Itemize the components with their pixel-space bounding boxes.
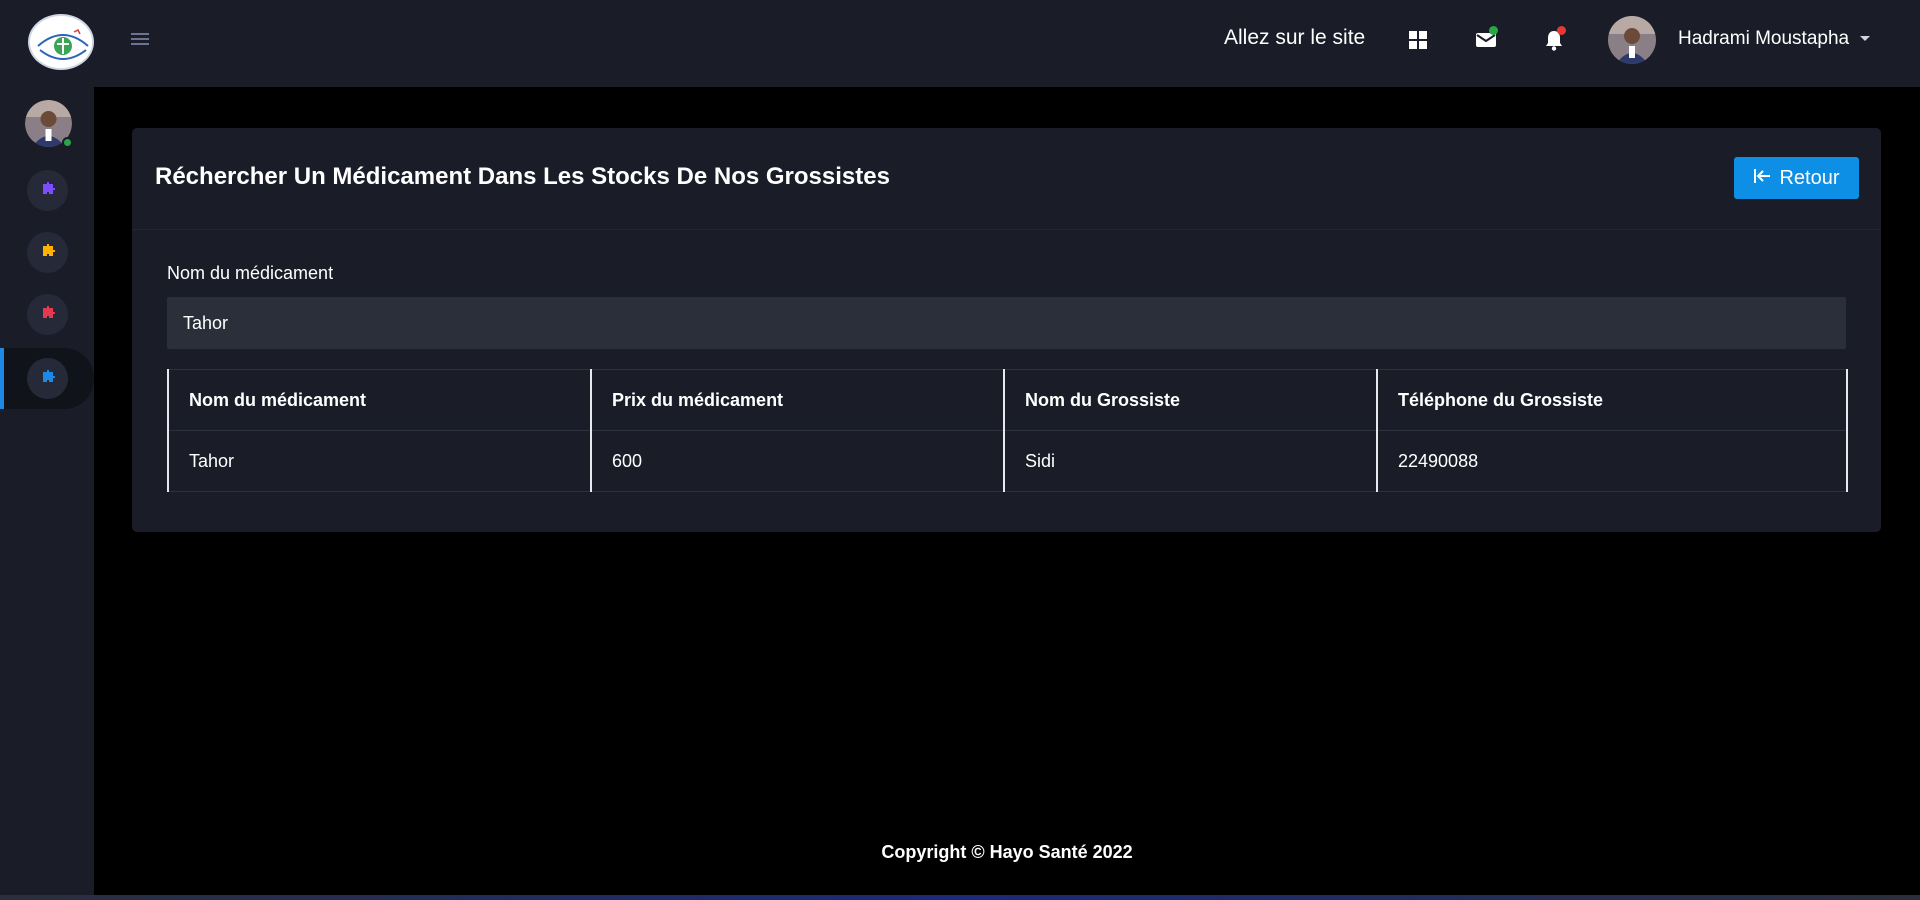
user-name[interactable]: Hadrami Moustapha (1678, 28, 1849, 50)
sidebar-item-1[interactable] (27, 170, 68, 211)
bell-icon[interactable] (1538, 24, 1570, 56)
card-header: Réchercher Un Médicament Dans Les Stocks… (132, 128, 1881, 230)
mail-notification-dot (1489, 26, 1498, 35)
back-button-label: Retour (1779, 166, 1840, 189)
search-card: Réchercher Un Médicament Dans Les Stocks… (132, 128, 1881, 532)
go-to-site-link[interactable]: Allez sur le site (1224, 26, 1365, 50)
top-navbar: Allez sur le site Hadrami Moustapha (0, 0, 1920, 87)
bell-notification-dot (1557, 26, 1566, 35)
sidebar-item-2[interactable] (27, 232, 68, 273)
page-title: Réchercher Un Médicament Dans Les Stocks… (155, 163, 890, 190)
search-label: Nom du médicament (167, 263, 334, 283)
chevron-down-icon[interactable] (1860, 36, 1870, 41)
sidebar-item-3[interactable] (27, 294, 68, 335)
column-header: Téléphone du Grossiste (1376, 369, 1848, 431)
sidebar-item-4[interactable] (27, 358, 68, 399)
puzzle-icon (40, 242, 56, 263)
column-header: Nom du médicament (167, 369, 592, 431)
table-row: Tahor 600 Sidi 22490088 (167, 430, 1848, 492)
table-header-row: Nom du médicament Prix du médicament Nom… (167, 369, 1848, 431)
puzzle-icon (40, 180, 56, 201)
sidebar-active-indicator (0, 348, 4, 409)
medication-search-input[interactable] (167, 297, 1846, 349)
sidebar (0, 87, 94, 895)
online-status-dot (62, 137, 73, 148)
back-button[interactable]: Retour (1734, 157, 1859, 199)
column-header: Nom du Grossiste (1003, 369, 1378, 431)
sidebar-user-avatar[interactable] (25, 100, 73, 148)
table-cell: Tahor (167, 430, 592, 492)
mail-icon[interactable] (1470, 24, 1502, 56)
menu-toggle-icon[interactable] (131, 30, 149, 46)
puzzle-icon (40, 368, 56, 389)
bottom-edge-line (0, 895, 1920, 900)
arrow-left-to-line-icon (1753, 167, 1771, 190)
puzzle-icon (40, 304, 56, 325)
footer-copyright: Copyright © Hayo Santé 2022 (881, 842, 1133, 862)
table-cell: 600 (590, 430, 1005, 492)
apps-grid-icon[interactable] (1402, 24, 1434, 56)
table-cell: 22490088 (1376, 430, 1848, 492)
user-avatar[interactable] (1608, 16, 1656, 64)
column-header: Prix du médicament (590, 369, 1005, 431)
results-table: Nom du médicament Prix du médicament Nom… (167, 369, 1848, 492)
table-cell: Sidi (1003, 430, 1378, 492)
hayo-sante-logo[interactable] (28, 14, 94, 70)
